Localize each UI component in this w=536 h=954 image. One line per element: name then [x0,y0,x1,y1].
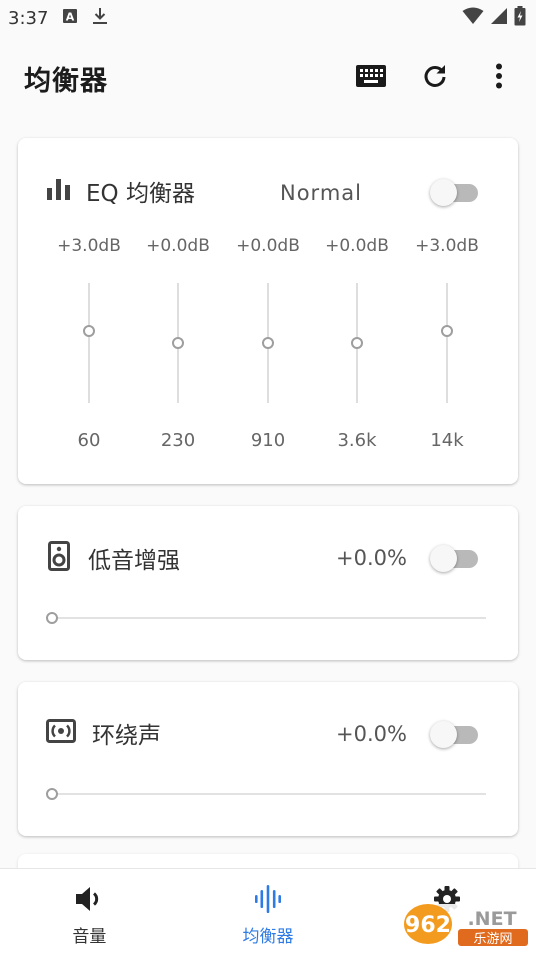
band-slider-230[interactable] [172,283,184,403]
switch-thumb [430,179,457,206]
status-left: 3:37 A [8,7,108,30]
band-gain-14k: +3.0dB [415,236,479,256]
slider-knob[interactable] [441,325,453,337]
page-title: 均衡器 [24,65,108,97]
keyboard-icon [356,65,386,91]
eq-title: EQ 均衡器 [86,181,195,207]
download-icon [92,7,108,30]
signal-icon [490,7,508,29]
more-vert-icon [495,63,503,93]
slider-rail [52,617,486,619]
bass-value: +0.0% [336,546,407,570]
battery-icon [514,6,526,30]
band-slider-14k[interactable] [441,283,453,403]
volume-icon [74,885,104,917]
surround-card: 环绕声 +0.0% [18,682,518,836]
band-freq-230: 230 [160,430,196,451]
band-freq-910: 910 [250,430,286,451]
bass-slider[interactable] [46,612,486,624]
nav-label-equalizer: 均衡器 [242,927,294,947]
app-actions [354,61,516,95]
eq-gain-row: +3.0dB +0.0dB +0.0dB +0.0dB +3.0dB [18,236,518,260]
equalizer-icon [253,885,283,917]
slider-knob[interactable] [46,612,58,624]
svg-text:A: A [66,10,75,23]
slider-knob[interactable] [262,337,274,349]
band-slider-910[interactable] [262,283,274,403]
surround-slider[interactable] [46,788,486,800]
slider-rail [446,283,448,403]
band-gain-3.6k: +0.0dB [325,236,389,256]
surround-sound-icon [46,719,76,747]
slider-knob[interactable] [46,788,58,800]
speaker-icon [48,541,70,575]
eq-toggle-switch[interactable] [430,178,480,206]
more-options-button[interactable] [482,61,516,95]
bass-boost-card: 低音增强 +0.0% [18,506,518,660]
eq-freq-row: 60 230 910 3.6k 14k [18,430,518,454]
surround-title: 环绕声 [92,723,161,749]
bass-toggle-switch[interactable] [430,544,480,572]
slider-knob[interactable] [351,337,363,349]
keyboard-button[interactable] [354,61,388,95]
wifi-icon [462,7,484,29]
svg-text:962: 962 [405,913,451,938]
refresh-icon [422,63,448,93]
eq-card: EQ 均衡器 Normal +3.0dB +0.0dB +0.0dB +0.0d… [18,138,518,484]
watermark-logo: 962 .NET 乐游网 [400,898,534,950]
band-freq-3.6k: 3.6k [337,430,377,451]
svg-text:.NET: .NET [467,908,516,930]
app-bar: 均衡器 [0,46,536,110]
a-notification-icon: A [62,8,78,29]
eq-card-header: EQ 均衡器 [46,171,486,211]
band-slider-3.6k[interactable] [351,283,363,403]
switch-thumb [430,721,457,748]
bass-card-header: 低音增强 [48,538,348,578]
band-gain-230: +0.0dB [146,236,210,256]
slider-knob[interactable] [172,337,184,349]
status-right [462,6,526,30]
status-time: 3:37 [8,7,49,29]
bar-chart-icon [46,178,72,204]
surround-toggle-switch[interactable] [430,720,480,748]
svg-text:乐游网: 乐游网 [473,932,512,947]
band-gain-910: +0.0dB [236,236,300,256]
eq-preset[interactable]: Normal [280,181,362,205]
band-gain-60: +3.0dB [57,236,121,256]
bass-title: 低音增强 [88,548,180,574]
surround-card-header: 环绕声 [46,713,346,753]
nav-item-equalizer[interactable]: 均衡器 [179,869,358,954]
band-freq-14k: 14k [430,430,464,451]
switch-thumb [430,545,457,572]
slider-rail [52,793,486,795]
slider-knob[interactable] [83,325,95,337]
slider-rail [88,283,90,403]
refresh-button[interactable] [418,61,452,95]
nav-item-volume[interactable]: 音量 [0,869,179,954]
surround-value: +0.0% [336,722,407,746]
band-slider-60[interactable] [83,283,95,403]
nav-label-volume: 音量 [72,927,107,947]
status-bar: 3:37 A [0,0,536,36]
band-freq-60: 60 [77,430,101,451]
